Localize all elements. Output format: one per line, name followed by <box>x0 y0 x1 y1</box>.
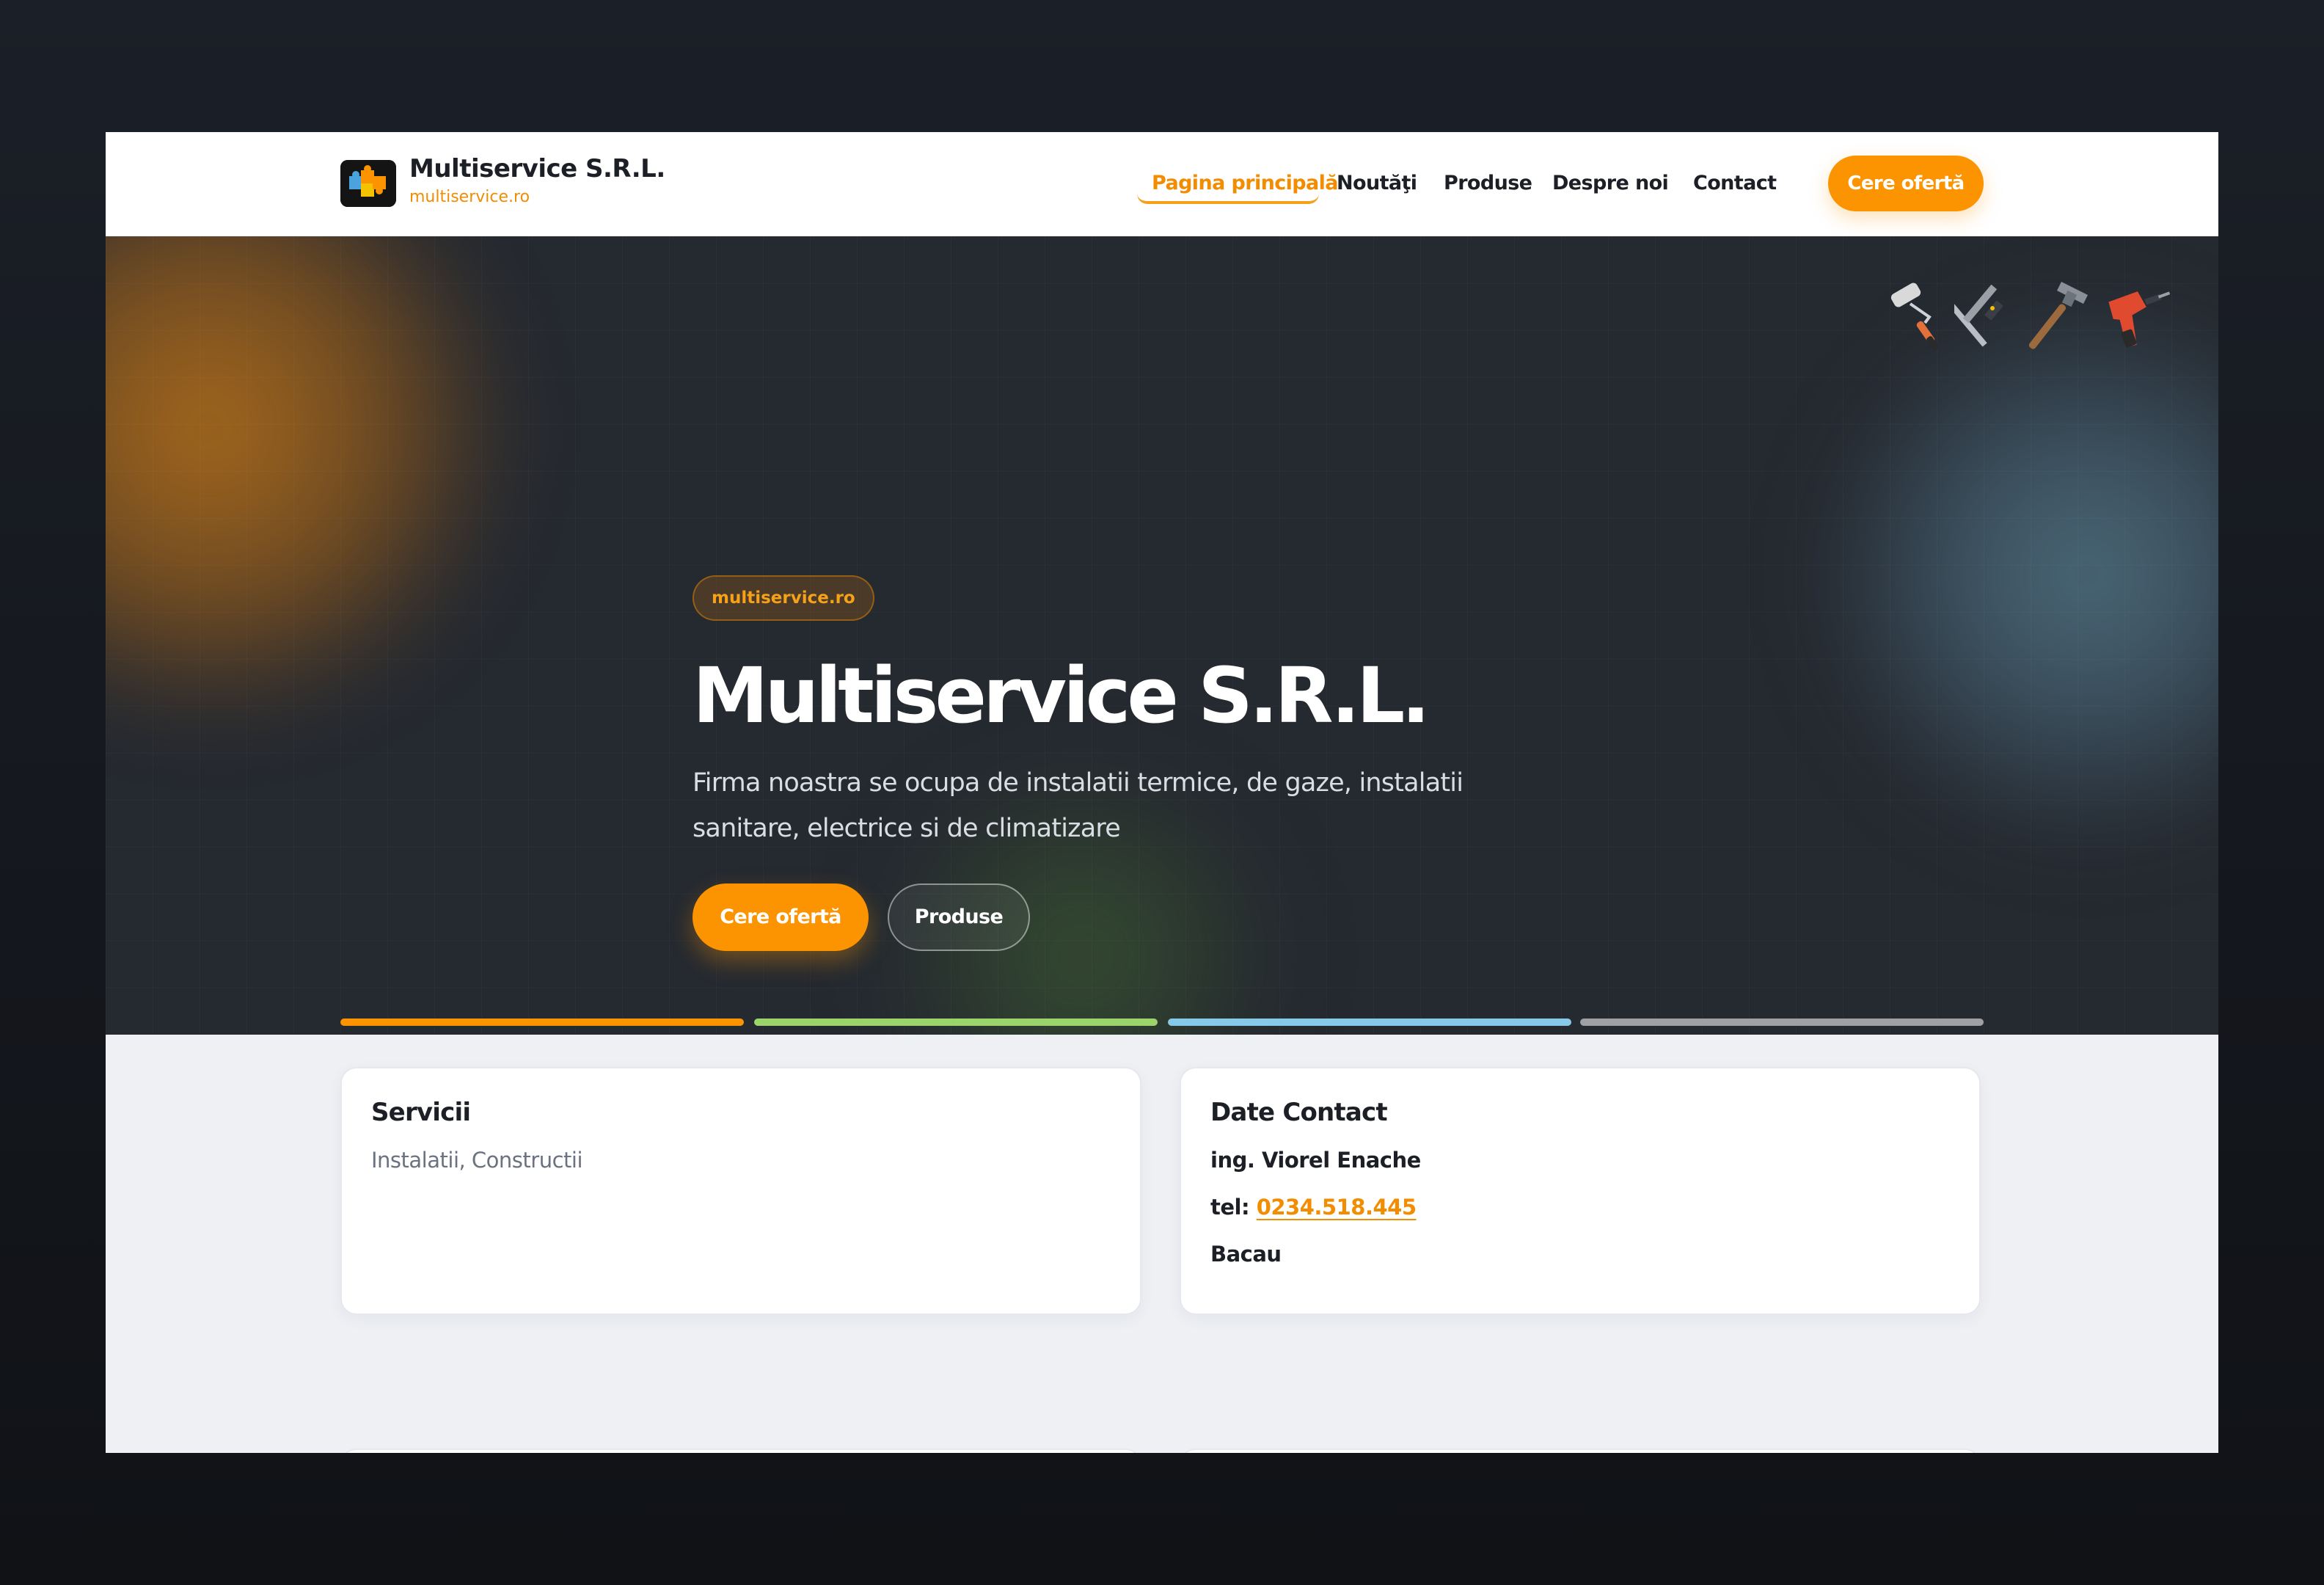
phone-link[interactable]: 0234.518.445 <box>1257 1195 1417 1220</box>
services-card: Servicii Instalatii, Constructii <box>340 1067 1141 1315</box>
services-title: Servicii <box>371 1098 471 1127</box>
square-ruler-icon <box>1954 284 2003 347</box>
nav-item-about[interactable]: Despre noi <box>1552 167 1669 204</box>
accent-bar-blue <box>1168 1019 1571 1026</box>
browser-viewport: Multiservice S.R.L. multiservice.ro Pagi… <box>106 132 2218 1453</box>
contact-person: ing. Viorel Enache <box>1210 1148 1421 1173</box>
contact-card: Date Contact ing. Viorel Enache tel: 023… <box>1180 1067 1981 1315</box>
contact-title: Date Contact <box>1210 1098 1388 1127</box>
nav-item-home[interactable]: Pagina principală <box>1137 167 1339 204</box>
next-card-left <box>340 1449 1141 1453</box>
hero-subtitle: Firma noastra se ocupa de instalatii ter… <box>693 768 1464 843</box>
accent-bar-orange <box>340 1019 744 1026</box>
request-quote-button[interactable]: Cere ofertă <box>1828 156 1984 211</box>
site-header: Multiservice S.R.L. multiservice.ro Pagi… <box>106 132 2218 236</box>
nav-item-contact[interactable]: Contact <box>1693 167 1777 204</box>
hammer-icon <box>2028 282 2088 349</box>
contact-phone-line: tel: 0234.518.445 <box>1210 1195 1417 1220</box>
hero-title: Multiservice S.R.L. <box>693 651 1430 740</box>
nav-item-news[interactable]: Noutăţi <box>1337 167 1417 204</box>
hero-products-button[interactable]: Produse <box>888 883 1030 951</box>
drill-icon <box>2108 291 2171 348</box>
paint-roller-icon <box>1890 283 1939 351</box>
tool-icons <box>1881 274 2189 355</box>
phone-label: tel: <box>1210 1195 1250 1220</box>
contact-city: Bacau <box>1210 1242 1282 1267</box>
services-text: Instalatii, Constructii <box>371 1148 583 1173</box>
next-card-right <box>1180 1449 1981 1453</box>
accent-bar-gray <box>1580 1019 1984 1026</box>
hero-request-quote-button[interactable]: Cere ofertă <box>693 883 869 951</box>
hero-grid-pattern <box>106 236 2218 1035</box>
hero-badge: multiservice.ro <box>693 575 874 621</box>
nav-item-products[interactable]: Produse <box>1444 167 1532 204</box>
accent-bar-green <box>754 1019 1158 1026</box>
hero-section: multiservice.ro Multiservice S.R.L. Firm… <box>106 236 2218 1035</box>
